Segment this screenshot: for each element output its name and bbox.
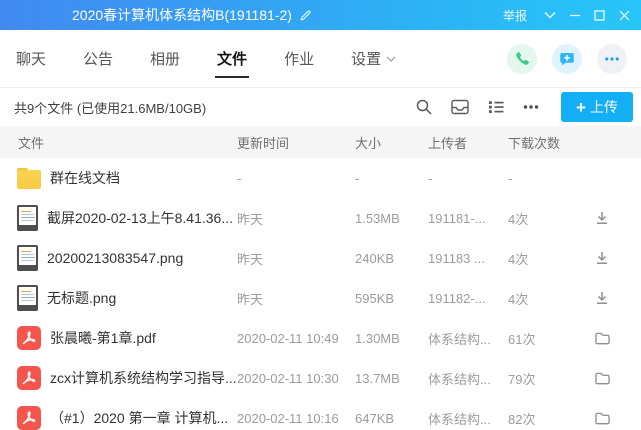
download-icon[interactable]	[594, 210, 610, 226]
titlebar: 2020春计算机体系结构B(191181-2) 举报	[0, 0, 641, 30]
tab-album[interactable]: 相册	[148, 30, 182, 87]
chevron-down-icon[interactable]	[537, 0, 562, 30]
save-to-folder-icon[interactable]	[594, 411, 611, 426]
folder-icon	[17, 168, 41, 189]
file-downloads: 4次	[505, 209, 575, 228]
tab-files[interactable]: 文件	[215, 30, 249, 87]
header-file: 文件	[0, 133, 237, 152]
file-uploader: 191181-...	[425, 211, 505, 226]
header-update-time: 更新时间	[237, 133, 355, 152]
file-downloads: 4次	[505, 249, 575, 268]
save-to-folder-icon[interactable]	[594, 331, 611, 346]
download-manager-icon[interactable]	[450, 98, 470, 116]
file-name: （#1）2020 第一章 计算机...	[50, 408, 228, 428]
tab-bar: 聊天 公告 相册 文件 作业 设置	[0, 30, 641, 88]
tab-announcement[interactable]: 公告	[81, 30, 115, 87]
group-file-window: 2020春计算机体系结构B(191181-2) 举报 聊天 公告	[0, 0, 641, 430]
table-row[interactable]: 张晨曦-第1章.pdf 2020-02-11 10:49 1.30MB 体系结构…	[0, 318, 641, 358]
new-chat-button[interactable]	[552, 44, 582, 74]
file-time: 2020-02-11 10:16	[237, 411, 355, 426]
plus-icon: +	[576, 99, 586, 116]
file-size: 1.30MB	[355, 331, 425, 346]
pdf-icon	[17, 326, 41, 350]
file-downloads: 82次	[505, 409, 575, 428]
file-time: 昨天	[237, 249, 355, 268]
chat-bubble-plus-icon	[558, 50, 576, 68]
table-row[interactable]: 无标题.png 昨天 595KB 191182-... 4次	[0, 278, 641, 318]
file-time: 昨天	[237, 289, 355, 308]
maximize-button[interactable]	[587, 0, 612, 30]
file-size: 1.53MB	[355, 211, 425, 226]
file-time: 2020-02-11 10:30	[237, 371, 355, 386]
file-name: 张晨曦-第1章.pdf	[50, 328, 156, 348]
edit-title-icon[interactable]	[299, 9, 312, 22]
list-view-icon[interactable]	[487, 98, 505, 116]
file-name: 截屏2020-02-13上午8.41.36...	[47, 208, 233, 228]
file-uploader: 191183 ...	[425, 251, 505, 266]
file-uploader: 体系结构...	[425, 409, 505, 428]
download-icon[interactable]	[594, 250, 610, 266]
close-button[interactable]	[612, 0, 637, 30]
tab-homework[interactable]: 作业	[282, 30, 316, 87]
upload-button[interactable]: + 上传	[561, 92, 633, 122]
file-downloads: -	[505, 171, 575, 186]
file-downloads: 79次	[505, 369, 575, 388]
image-thumbnail-icon	[17, 285, 38, 311]
table-row[interactable]: （#1）2020 第一章 计算机... 2020-02-11 10:16 647…	[0, 398, 641, 430]
table-row[interactable]: 群在线文档 - - - -	[0, 158, 641, 198]
voice-call-button[interactable]	[507, 44, 537, 74]
file-list: 群在线文档 - - - - 截屏2020-02-13上午8.41.36... 昨…	[0, 158, 641, 430]
file-name: 群在线文档	[50, 168, 120, 188]
table-row[interactable]: zcx计算机系统结构学习指导... 2020-02-11 10:30 13.7M…	[0, 358, 641, 398]
file-size: 240KB	[355, 251, 425, 266]
more-options-icon[interactable]	[522, 98, 540, 116]
minimize-button[interactable]	[562, 0, 587, 30]
download-icon[interactable]	[594, 290, 610, 306]
file-downloads: 4次	[505, 289, 575, 308]
file-size: 647KB	[355, 411, 425, 426]
file-uploader: 191182-...	[425, 291, 505, 306]
pdf-icon	[17, 366, 41, 390]
table-row[interactable]: 截屏2020-02-13上午8.41.36... 昨天 1.53MB 19118…	[0, 198, 641, 238]
file-size: 595KB	[355, 291, 425, 306]
window-title: 2020春计算机体系结构B(191181-2)	[72, 5, 292, 25]
file-count-summary: 共9个文件 (已使用21.6MB/10GB)	[14, 98, 206, 117]
files-toolbar: 共9个文件 (已使用21.6MB/10GB) + 上传	[0, 88, 641, 126]
file-name: 无标题.png	[47, 288, 116, 308]
header-size: 大小	[355, 133, 425, 152]
table-row[interactable]: 20200213083547.png 昨天 240KB 191183 ... 4…	[0, 238, 641, 278]
file-downloads: 61次	[505, 329, 575, 348]
search-icon[interactable]	[415, 98, 433, 116]
pdf-icon	[17, 406, 41, 430]
file-time: 2020-02-11 10:49	[237, 331, 355, 346]
file-name: zcx计算机系统结构学习指导...	[50, 368, 237, 388]
file-uploader: 体系结构...	[425, 369, 505, 388]
header-uploader: 上传者	[425, 133, 505, 152]
file-size: -	[355, 171, 425, 186]
tab-chat[interactable]: 聊天	[14, 30, 48, 87]
header-downloads: 下载次数	[505, 133, 575, 152]
report-button[interactable]: 举报	[503, 7, 527, 24]
file-name: 20200213083547.png	[47, 250, 183, 266]
file-size: 13.7MB	[355, 371, 425, 386]
chevron-down-icon	[386, 56, 396, 62]
file-uploader: -	[425, 171, 505, 186]
tab-settings[interactable]: 设置	[349, 30, 398, 87]
table-header: 文件 更新时间 大小 上传者 下载次数	[0, 126, 641, 158]
file-time: 昨天	[237, 209, 355, 228]
image-thumbnail-icon	[17, 205, 38, 231]
save-to-folder-icon[interactable]	[594, 371, 611, 386]
more-actions-button[interactable]	[597, 44, 627, 74]
ellipsis-icon	[603, 50, 621, 68]
file-time: -	[237, 171, 355, 186]
image-thumbnail-icon	[17, 245, 38, 271]
file-uploader: 体系结构...	[425, 329, 505, 348]
phone-icon	[514, 50, 531, 67]
